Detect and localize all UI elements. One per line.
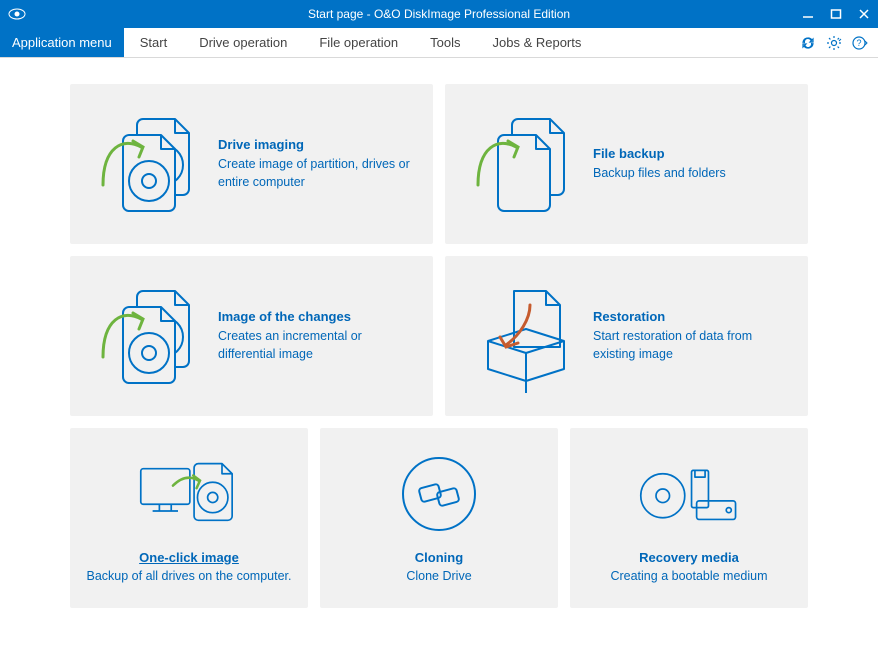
card-desc: Creating a bootable medium: [610, 569, 767, 583]
window-title: Start page - O&O DiskImage Professional …: [308, 7, 570, 21]
card-restoration[interactable]: Restoration Start restoration of data fr…: [445, 256, 808, 416]
card-drive-imaging[interactable]: Drive imaging Create image of partition,…: [70, 84, 433, 244]
card-desc: Backup of all drives on the computer.: [87, 569, 292, 583]
restoration-icon: [467, 276, 587, 396]
card-desc: Clone Drive: [406, 569, 471, 583]
tabs-container: Start Drive operation File operation Too…: [124, 28, 598, 57]
tab-file-operation[interactable]: File operation: [303, 28, 414, 57]
card-desc: Backup files and folders: [593, 165, 726, 183]
window-buttons: [794, 0, 878, 28]
card-one-click-image[interactable]: One-click image Backup of all drives on …: [70, 428, 308, 608]
tab-tools[interactable]: Tools: [414, 28, 476, 57]
card-file-backup[interactable]: File backup Backup files and folders: [445, 84, 808, 244]
menubar: Application menu Start Drive operation F…: [0, 28, 878, 58]
tab-drive-operation[interactable]: Drive operation: [183, 28, 303, 57]
application-menu-button[interactable]: Application menu: [0, 28, 124, 57]
image-changes-icon: [92, 276, 212, 396]
app-logo-icon: [8, 8, 26, 20]
card-title: Recovery media: [639, 550, 739, 565]
card-title: Restoration: [593, 309, 786, 324]
card-title: Drive imaging: [218, 137, 411, 152]
settings-gear-icon[interactable]: [826, 35, 842, 51]
tab-jobs-reports[interactable]: Jobs & Reports: [477, 28, 598, 57]
card-title: Image of the changes: [218, 309, 411, 324]
toolbar-right: ?: [800, 28, 878, 57]
refresh-icon[interactable]: [800, 35, 816, 51]
file-backup-icon: [467, 104, 587, 224]
minimize-button[interactable]: [794, 0, 822, 28]
card-recovery-media[interactable]: Recovery media Creating a bootable mediu…: [570, 428, 808, 608]
start-page-content: Drive imaging Create image of partition,…: [0, 58, 878, 661]
titlebar: Start page - O&O DiskImage Professional …: [0, 0, 878, 28]
card-desc: Creates an incremental or differential i…: [218, 328, 411, 363]
row-2: Image of the changes Creates an incremen…: [70, 256, 808, 416]
drive-imaging-icon: [92, 104, 212, 224]
card-desc: Create image of partition, drives or ent…: [218, 156, 411, 191]
cloning-icon: [384, 450, 494, 540]
one-click-image-icon: [134, 450, 244, 540]
close-button[interactable]: [850, 0, 878, 28]
row-3: One-click image Backup of all drives on …: [70, 428, 808, 608]
row-1: Drive imaging Create image of partition,…: [70, 84, 808, 244]
card-title: Cloning: [415, 550, 463, 565]
card-title: File backup: [593, 146, 726, 161]
card-cloning[interactable]: Cloning Clone Drive: [320, 428, 558, 608]
recovery-media-icon: [634, 450, 744, 540]
card-desc: Start restoration of data from existing …: [593, 328, 786, 363]
svg-text:?: ?: [856, 38, 861, 48]
card-title: One-click image: [139, 550, 239, 565]
tab-start[interactable]: Start: [124, 28, 183, 57]
card-image-changes[interactable]: Image of the changes Creates an incremen…: [70, 256, 433, 416]
maximize-button[interactable]: [822, 0, 850, 28]
help-icon[interactable]: ?: [852, 35, 868, 51]
